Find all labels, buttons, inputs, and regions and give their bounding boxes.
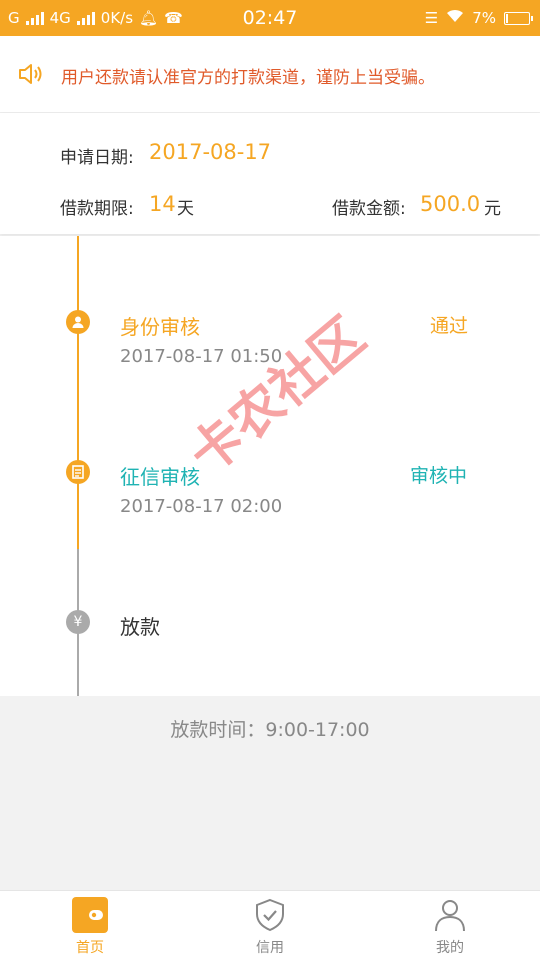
loan-term-unit: 天 [177, 199, 194, 219]
progress-timeline: 身份审核 通过 2017-08-17 01:50 征信审核 审核中 2017-0… [0, 236, 540, 696]
notice-text: 用户还款请认准官方的打款渠道，谨防上当受骗。 [61, 68, 435, 88]
loan-amount-label: 借款金额: [332, 199, 406, 219]
loan-amount-unit: 元 [484, 199, 501, 219]
nav-home[interactable]: 首页 [0, 891, 180, 961]
nav-home-label: 首页 [76, 940, 104, 956]
status-bar: G 4G 0K/s 🔔︎ ☎︎ 02:47 ☰ 7% [0, 0, 540, 36]
shield-check-icon [256, 898, 284, 932]
step-identity-time: 2017-08-17 01:50 [120, 346, 283, 367]
step-credit-time: 2017-08-17 02:00 [120, 496, 283, 517]
apply-date-label: 申请日期: [60, 148, 134, 168]
loan-term-value: 14 [149, 192, 176, 216]
wallet-icon [72, 897, 108, 933]
status-right: ☰ 7% [424, 9, 533, 27]
user-icon [66, 310, 90, 334]
apply-date-value: 2017-08-17 [149, 140, 272, 164]
notice-bar: 用户还款请认准官方的打款渠道，谨防上当受骗。 [0, 36, 540, 113]
step-disburse-title: 放款 [120, 615, 160, 639]
wifi-icon [446, 9, 464, 27]
bottom-navigation: 首页 信用 我的 [0, 890, 540, 961]
loan-term-label: 借款期限: [60, 199, 134, 219]
person-icon [435, 900, 465, 932]
document-icon [66, 460, 90, 484]
vibrate-icon: ☰ [424, 9, 439, 27]
yen-icon: ¥ [66, 610, 90, 634]
nav-credit-label: 信用 [256, 940, 284, 956]
timeline-line-done [77, 236, 79, 549]
nav-mine[interactable]: 我的 [360, 891, 540, 961]
step-credit-status: 审核中 [410, 465, 468, 487]
step-identity-status: 通过 [430, 315, 469, 337]
speaker-icon [19, 64, 42, 84]
battery-percent: 7% [472, 9, 496, 27]
disburse-time-note: 放款时间：9:00-17:00 [170, 719, 370, 741]
nav-credit[interactable]: 信用 [180, 891, 360, 961]
step-identity-title: 身份审核 [120, 315, 200, 339]
application-info: 申请日期: 2017-08-17 借款期限: 14 天 借款金额: 500.0 … [0, 113, 540, 234]
battery-icon [504, 11, 533, 25]
loan-amount-value: 500.0 [420, 192, 481, 216]
step-credit-title: 征信审核 [120, 465, 200, 489]
nav-mine-label: 我的 [436, 940, 464, 956]
